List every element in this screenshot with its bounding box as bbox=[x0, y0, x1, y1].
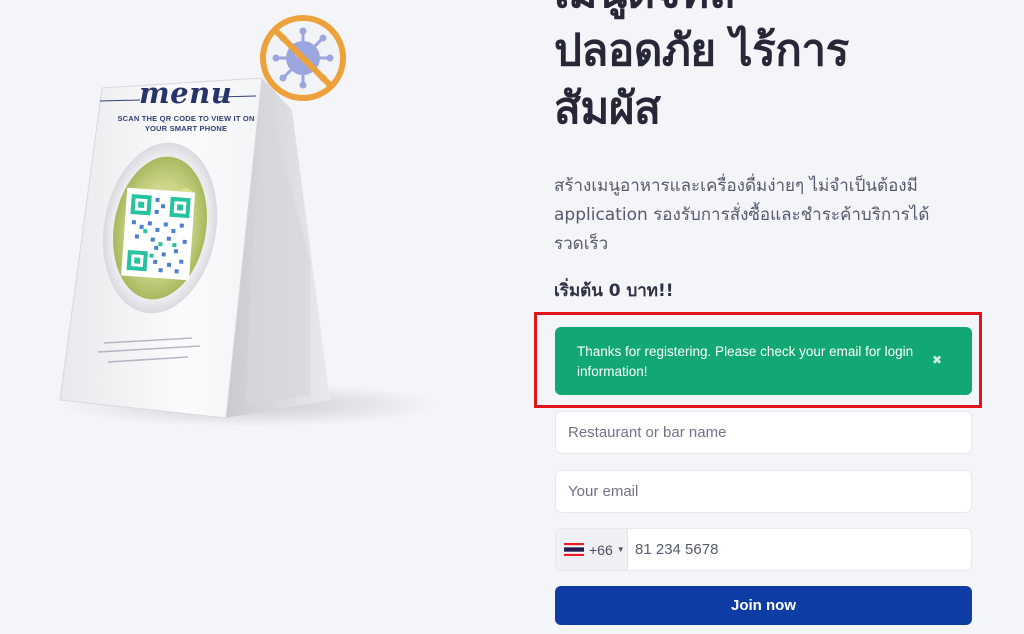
registration-success-alert: Thanks for registering. Please check you… bbox=[555, 327, 972, 395]
qr-code bbox=[121, 187, 196, 281]
country-code-label: +66 bbox=[589, 541, 613, 558]
alert-message: Thanks for registering. Please check you… bbox=[577, 344, 914, 379]
headline-line-1: เมนูดิจิทัล bbox=[554, 0, 972, 22]
email-input[interactable] bbox=[555, 470, 972, 513]
menu-title: menu bbox=[139, 76, 233, 110]
menu-tent-illustration: menu SCAN THE QR CODE TO VIEW IT ON YOUR… bbox=[0, 0, 520, 634]
page-headline: เมนูดิจิทัล ปลอดภัย ไร้การ สัมผัส bbox=[554, 0, 972, 138]
restaurant-name-input[interactable] bbox=[555, 411, 972, 454]
no-virus-icon bbox=[260, 15, 346, 101]
hero-subtitle: สร้างเมนูอาหารและเครื่องดื่มง่ายๆ ไม่จำเ… bbox=[554, 176, 930, 254]
close-icon[interactable]: ✖ bbox=[932, 350, 942, 370]
chevron-down-icon: ▼ bbox=[616, 545, 625, 554]
thailand-flag-icon bbox=[564, 543, 584, 556]
join-now-button[interactable]: Join now bbox=[555, 586, 972, 625]
phone-field-group: +66 ▼ bbox=[555, 528, 972, 571]
menu-tent-graphic bbox=[59, 15, 440, 427]
headline-line-3: สัมผัส bbox=[554, 83, 661, 134]
country-code-select[interactable]: +66 ▼ bbox=[556, 529, 628, 570]
phone-number-input[interactable] bbox=[628, 529, 971, 570]
price-tagline: เริ่มต้น 0 บาท!! bbox=[554, 281, 674, 301]
headline-line-2: ปลอดภัย ไร้การ bbox=[554, 25, 849, 76]
menu-scan-instruction: SCAN THE QR CODE TO VIEW IT ON YOUR SMAR… bbox=[117, 114, 255, 133]
